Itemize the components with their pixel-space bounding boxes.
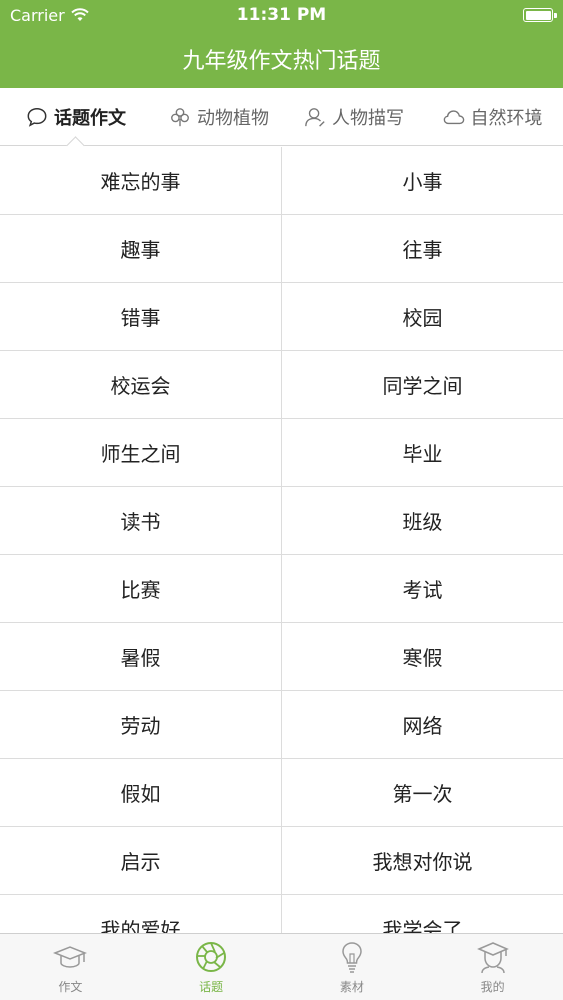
topic-cell[interactable]: 难忘的事 bbox=[0, 147, 282, 214]
topic-cell[interactable]: 网络 bbox=[282, 691, 563, 758]
status-left: Carrier bbox=[10, 6, 89, 25]
topic-cell[interactable]: 暑假 bbox=[0, 623, 282, 690]
bottom-tab-label: 作文 bbox=[58, 979, 83, 994]
topic-cell[interactable]: 我想对你说 bbox=[282, 827, 563, 894]
speech-bubble-icon bbox=[27, 107, 47, 127]
tab-natural-environment[interactable]: 自然环境 bbox=[422, 88, 563, 145]
topic-cell[interactable]: 师生之间 bbox=[0, 419, 282, 486]
wifi-icon bbox=[71, 8, 89, 21]
topic-cell[interactable]: 比赛 bbox=[0, 555, 282, 622]
aperture-icon bbox=[196, 941, 227, 972]
nav-bar: 九年级作文热门话题 bbox=[0, 30, 563, 88]
table-row: 暑假 寒假 bbox=[0, 623, 563, 691]
tab-character-description[interactable]: 人物描写 bbox=[286, 88, 422, 145]
bottom-tab-topic[interactable]: 话题 bbox=[141, 934, 282, 1000]
bottom-tab-label: 我的 bbox=[480, 979, 505, 994]
topic-cell[interactable]: 启示 bbox=[0, 827, 282, 894]
tab-animals-plants[interactable]: 动物植物 bbox=[152, 88, 286, 145]
battery-fill bbox=[525, 10, 551, 20]
topic-cell[interactable]: 校运会 bbox=[0, 351, 282, 418]
table-row: 错事 校园 bbox=[0, 283, 563, 351]
table-row: 启示 我想对你说 bbox=[0, 827, 563, 895]
topic-cell[interactable]: 劳动 bbox=[0, 691, 282, 758]
bottom-tab-mine[interactable]: 我的 bbox=[422, 934, 563, 1000]
cloud-icon bbox=[443, 109, 464, 124]
page-title: 九年级作文热门话题 bbox=[182, 49, 381, 74]
topic-cell[interactable]: 小事 bbox=[282, 147, 563, 214]
bottom-tab-label: 素材 bbox=[339, 979, 364, 994]
topic-cell[interactable]: 同学之间 bbox=[282, 351, 563, 418]
tab-label: 话题作文 bbox=[54, 107, 126, 129]
lightbulb-icon bbox=[342, 941, 362, 973]
tab-label: 动物植物 bbox=[197, 107, 269, 129]
table-row: 趣事 往事 bbox=[0, 215, 563, 283]
topic-cell[interactable]: 寒假 bbox=[282, 623, 563, 690]
topic-cell[interactable]: 读书 bbox=[0, 487, 282, 554]
topic-cell[interactable]: 趣事 bbox=[0, 215, 282, 282]
table-row: 我的爱好 我学会了 bbox=[0, 895, 563, 933]
table-row: 劳动 网络 bbox=[0, 691, 563, 759]
topic-grid: 难忘的事 小事 趣事 往事 错事 校园 校运会 同学之间 师生之间 毕业 读书 … bbox=[0, 147, 563, 933]
topic-cell[interactable]: 班级 bbox=[282, 487, 563, 554]
status-bar: Carrier 11:31 PM bbox=[0, 0, 563, 30]
topic-cell[interactable]: 错事 bbox=[0, 283, 282, 350]
table-row: 读书 班级 bbox=[0, 487, 563, 555]
topic-cell[interactable]: 我学会了 bbox=[282, 895, 563, 933]
table-row: 校运会 同学之间 bbox=[0, 351, 563, 419]
graduation-cap-icon bbox=[53, 945, 88, 968]
tab-label: 自然环境 bbox=[470, 107, 543, 129]
topic-cell[interactable]: 我的爱好 bbox=[0, 895, 282, 933]
topic-cell[interactable]: 假如 bbox=[0, 759, 282, 826]
battery-icon bbox=[523, 8, 557, 22]
bottom-tab-essay[interactable]: 作文 bbox=[0, 934, 141, 1000]
person-icon bbox=[305, 107, 325, 127]
clover-icon bbox=[171, 107, 189, 126]
table-row: 假如 第一次 bbox=[0, 759, 563, 827]
table-row: 难忘的事 小事 bbox=[0, 147, 563, 215]
topic-cell[interactable]: 往事 bbox=[282, 215, 563, 282]
carrier-label: Carrier bbox=[10, 5, 65, 25]
topic-cell[interactable]: 校园 bbox=[282, 283, 563, 350]
category-tabs: 话题作文 动物植物 人物描写 自然环境 bbox=[0, 88, 563, 146]
table-row: 比赛 考试 bbox=[0, 555, 563, 623]
topic-cell[interactable]: 考试 bbox=[282, 555, 563, 622]
student-avatar-icon bbox=[476, 941, 509, 973]
table-row: 师生之间 毕业 bbox=[0, 419, 563, 487]
bottom-tab-material[interactable]: 素材 bbox=[282, 934, 423, 1000]
tab-topic-essay[interactable]: 话题作文 bbox=[0, 88, 152, 145]
topic-cell[interactable]: 第一次 bbox=[282, 759, 563, 826]
topic-cell[interactable]: 毕业 bbox=[282, 419, 563, 486]
bottom-tab-bar: 作文 话题 素材 我的 bbox=[0, 933, 563, 1000]
bottom-tab-label: 话题 bbox=[199, 979, 224, 994]
tab-label: 人物描写 bbox=[332, 107, 404, 129]
